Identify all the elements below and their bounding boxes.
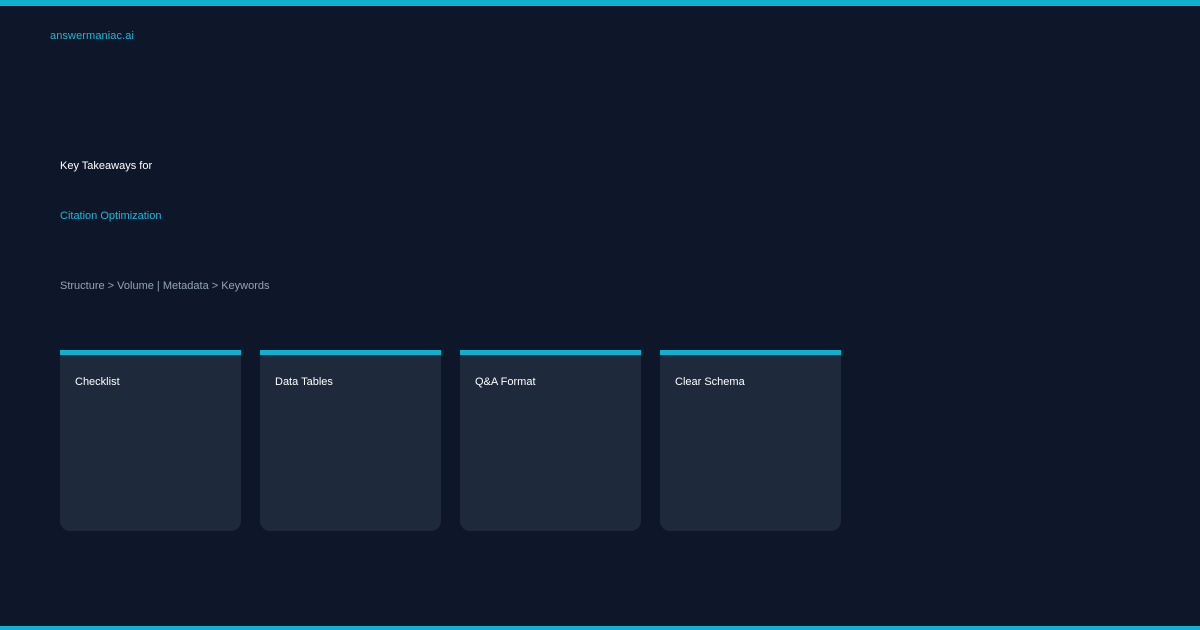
card-clear-schema: Clear Schema xyxy=(660,350,841,531)
brand-name: answermaniac.ai xyxy=(50,30,135,42)
card-label: Data Tables xyxy=(275,376,333,388)
card-qa-format: Q&A Format xyxy=(460,350,641,531)
card-checklist: Checklist xyxy=(60,350,241,531)
headline-accent: Citation Optimization xyxy=(60,210,162,222)
card-row: Checklist Data Tables Q&A Format Clear S… xyxy=(60,350,841,531)
subtitle: Structure > Volume | Metadata > Keywords xyxy=(60,280,270,292)
bottom-accent-bar xyxy=(0,626,1200,630)
card-label: Q&A Format xyxy=(475,376,536,388)
top-accent-bar xyxy=(0,0,1200,6)
card-label: Clear Schema xyxy=(675,376,745,388)
card-data-tables: Data Tables xyxy=(260,350,441,531)
card-label: Checklist xyxy=(75,376,120,388)
headline: Key Takeaways for xyxy=(60,160,153,172)
